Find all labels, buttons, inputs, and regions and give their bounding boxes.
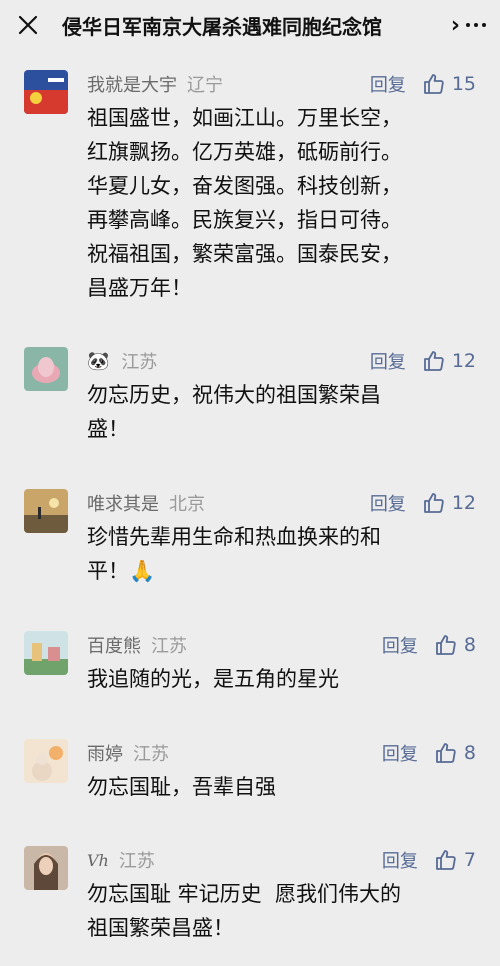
comment-actions: 回复 8 bbox=[382, 739, 476, 767]
thumbs-up-icon bbox=[436, 743, 456, 763]
comment-author[interactable]: 百度熊 bbox=[87, 632, 141, 658]
comment-actions: 回复 8 bbox=[382, 631, 476, 659]
comment-location: 北京 bbox=[169, 494, 205, 515]
avatar[interactable] bbox=[24, 70, 68, 114]
close-icon[interactable] bbox=[16, 13, 40, 37]
reply-button[interactable]: 回复 bbox=[382, 847, 418, 873]
reply-button[interactable]: 回复 bbox=[370, 71, 406, 97]
reply-button[interactable]: 回复 bbox=[370, 348, 406, 374]
comment-meta: 百度熊 江苏 bbox=[87, 631, 187, 659]
comment-meta: 唯求其是 北京 bbox=[87, 489, 205, 517]
comment-meta: 我就是大宇 辽宁 bbox=[87, 70, 223, 98]
thumbs-up-icon bbox=[436, 635, 456, 655]
comment-actions: 回复 7 bbox=[382, 846, 476, 874]
like-button[interactable]: 12 bbox=[422, 349, 476, 373]
like-count: 15 bbox=[451, 73, 476, 95]
top-bar: 侵华日军南京大屠杀遇难同胞纪念馆 › bbox=[0, 0, 500, 50]
comment-text: 我追随的光，是五角的星光 bbox=[87, 667, 339, 691]
thumbs-up-icon bbox=[436, 850, 456, 870]
comment-meta: 雨婷 江苏 bbox=[87, 739, 169, 767]
comment-location: 江苏 bbox=[151, 636, 187, 657]
reply-button[interactable]: 回复 bbox=[382, 740, 418, 766]
comment-text: 珍惜先辈用生命和热血换来的和 平！🙏 bbox=[87, 525, 381, 583]
comment-author[interactable]: 雨婷 bbox=[87, 740, 123, 766]
chevron-right-icon[interactable]: › bbox=[451, 13, 460, 38]
like-count: 12 bbox=[451, 350, 476, 372]
like-count: 12 bbox=[451, 492, 476, 514]
comment-author[interactable]: 唯求其是 bbox=[87, 490, 159, 516]
thumbs-up-icon bbox=[423, 493, 444, 513]
like-button[interactable]: 7 bbox=[434, 848, 476, 872]
comment-meta: 🐼 江苏 bbox=[87, 347, 157, 375]
comment-location: 江苏 bbox=[133, 744, 169, 765]
like-count: 7 bbox=[463, 849, 476, 871]
avatar[interactable] bbox=[24, 631, 68, 675]
comment-actions: 回复 12 bbox=[370, 347, 476, 375]
comment-meta: Vh 江苏 bbox=[87, 846, 155, 874]
thumbs-up-icon bbox=[423, 74, 444, 94]
avatar[interactable] bbox=[24, 347, 68, 391]
avatar[interactable] bbox=[24, 846, 68, 890]
reply-button[interactable]: 回复 bbox=[382, 632, 418, 658]
like-count: 8 bbox=[463, 742, 476, 764]
comment-actions: 回复 15 bbox=[370, 70, 476, 98]
more-options-icon[interactable] bbox=[466, 23, 486, 27]
comment-location: 辽宁 bbox=[187, 75, 223, 96]
like-button[interactable]: 12 bbox=[422, 491, 476, 515]
comment-author[interactable]: Vh bbox=[87, 851, 109, 870]
like-button[interactable]: 8 bbox=[434, 741, 476, 765]
like-count: 8 bbox=[463, 634, 476, 656]
avatar[interactable] bbox=[24, 739, 68, 783]
comment-author[interactable]: 🐼 bbox=[87, 351, 109, 372]
comment-text: 勿忘历史，祝伟大的祖国繁荣昌 盛！ bbox=[87, 383, 381, 441]
like-button[interactable]: 15 bbox=[422, 72, 476, 96]
comment-text: 勿忘国耻 牢记历史 愿我们伟大的 祖国繁荣昌盛！ bbox=[87, 882, 402, 940]
comment-author[interactable]: 我就是大宇 bbox=[87, 71, 177, 97]
page-title[interactable]: 侵华日军南京大屠杀遇难同胞纪念馆 bbox=[62, 11, 447, 40]
avatar[interactable] bbox=[24, 489, 68, 533]
comment-text: 勿忘国耻，吾辈自强 bbox=[87, 775, 276, 799]
reply-button[interactable]: 回复 bbox=[370, 490, 406, 516]
comment-actions: 回复 12 bbox=[370, 489, 476, 517]
comment-location: 江苏 bbox=[118, 851, 155, 872]
like-button[interactable]: 8 bbox=[434, 633, 476, 657]
comment-location: 江苏 bbox=[121, 352, 158, 373]
thumbs-up-icon bbox=[423, 351, 444, 371]
comment-text: 祖国盛世，如画江山。万里长空， 红旗飘扬。亿万英雄，砥砺前行。 华夏儿女，奋发图… bbox=[87, 106, 402, 300]
